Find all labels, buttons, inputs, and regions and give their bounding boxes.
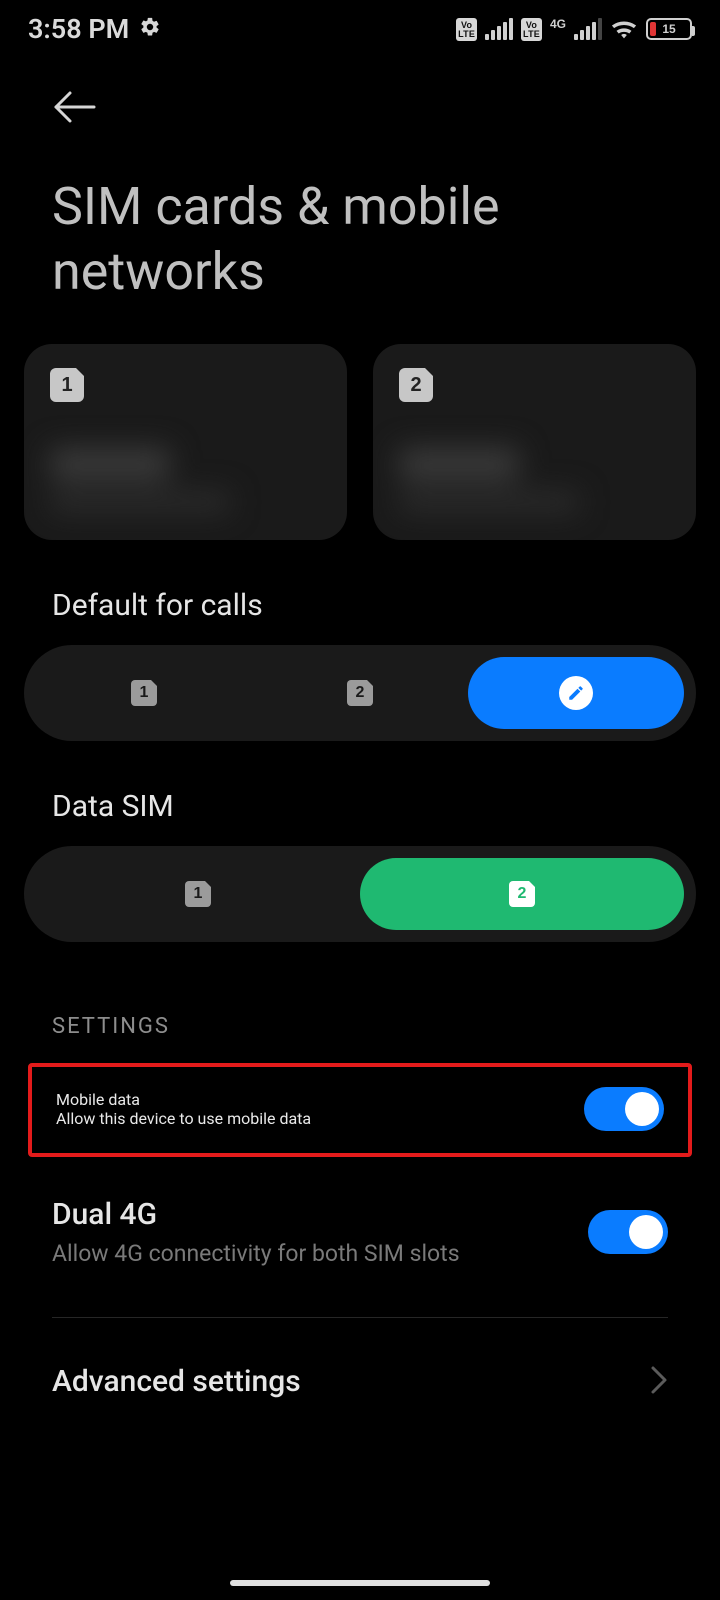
- settings-icon: [139, 13, 161, 45]
- default-calls-sim1[interactable]: 1: [36, 657, 252, 729]
- signal-sim2-icon: [574, 18, 602, 40]
- sim-icon: 1: [185, 881, 211, 907]
- status-bar: 3:58 PM VoLTE VoLTE 4G 15: [0, 0, 720, 58]
- status-time: 3:58 PM: [28, 13, 129, 45]
- dual-4g-subtitle: Allow 4G connectivity for both SIM slots: [52, 1240, 568, 1267]
- data-sim-selector: 1 2: [24, 846, 696, 942]
- mobile-data-subtitle: Allow this device to use mobile data: [56, 1109, 564, 1128]
- sim-icon: 2: [347, 680, 373, 706]
- volte-icon-2: VoLTE: [521, 18, 542, 41]
- advanced-settings-row[interactable]: Advanced settings: [0, 1318, 720, 1399]
- volte-icon: VoLTE: [456, 18, 477, 41]
- dual-4g-row[interactable]: Dual 4G Allow 4G connectivity for both S…: [0, 1157, 720, 1293]
- default-calls-sim2[interactable]: 2: [252, 657, 468, 729]
- data-sim-2[interactable]: 2: [360, 858, 684, 930]
- sim-icon: 1: [131, 680, 157, 706]
- sim-icon: 2: [399, 368, 433, 402]
- mobile-data-title: Mobile data: [56, 1090, 564, 1109]
- network-4g-icon: 4G: [550, 18, 566, 30]
- mobile-data-row[interactable]: Mobile data Allow this device to use mob…: [28, 1063, 692, 1157]
- chevron-right-icon: [650, 1365, 668, 1399]
- data-sim-1[interactable]: 1: [36, 858, 360, 930]
- home-indicator[interactable]: [230, 1580, 490, 1586]
- battery-pct: 15: [648, 20, 690, 38]
- sim-icon: 2: [509, 881, 535, 907]
- signal-sim1-icon: [485, 18, 513, 40]
- sim-card-1[interactable]: 1: [24, 344, 347, 540]
- default-calls-ask[interactable]: [468, 657, 684, 729]
- wifi-icon: [610, 18, 638, 40]
- mobile-data-toggle[interactable]: [584, 1087, 664, 1131]
- sim-icon: 1: [50, 368, 84, 402]
- sim2-details-redacted: [373, 430, 696, 540]
- default-calls-selector: 1 2: [24, 645, 696, 741]
- page-title: SIM cards & mobile networks: [0, 124, 720, 344]
- default-calls-label: Default for calls: [0, 540, 720, 645]
- back-button[interactable]: [52, 90, 680, 124]
- settings-header: SETTINGS: [0, 942, 720, 1063]
- dual-4g-toggle[interactable]: [588, 1210, 668, 1254]
- edit-icon: [559, 676, 593, 710]
- advanced-settings-title: Advanced settings: [52, 1364, 650, 1399]
- battery-icon: 15: [646, 18, 692, 40]
- sim1-details-redacted: [24, 430, 347, 540]
- data-sim-label: Data SIM: [0, 741, 720, 846]
- dual-4g-title: Dual 4G: [52, 1197, 568, 1232]
- sim-card-2[interactable]: 2: [373, 344, 696, 540]
